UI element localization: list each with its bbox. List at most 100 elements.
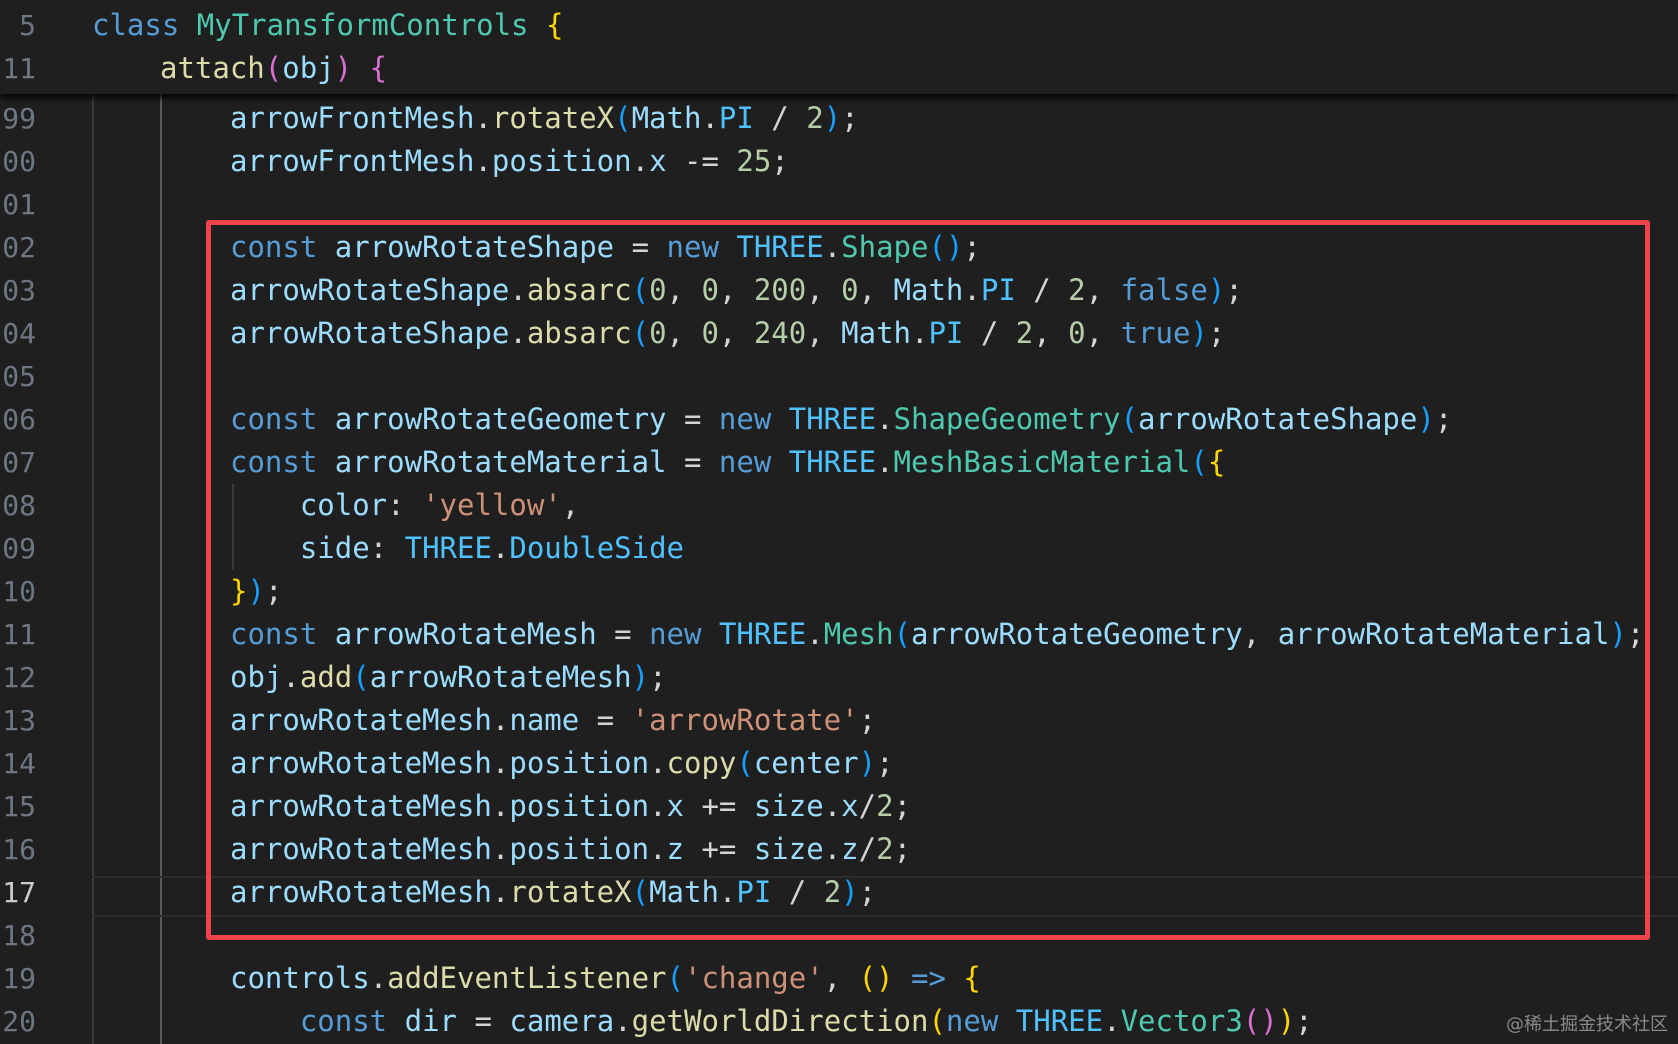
code-line[interactable]: 14 arrowRotateMesh.position.copy(center);: [0, 742, 1678, 785]
code-line[interactable]: 99 arrowFrontMesh.rotateX(Math.PI / 2);: [0, 97, 1678, 140]
code-token: .: [649, 789, 667, 823]
code-token: Vector3: [1120, 1004, 1243, 1038]
line-number[interactable]: 20: [0, 1000, 36, 1043]
code-line[interactable]: 09 side: THREE.DoubleSide: [0, 527, 1678, 570]
code-line[interactable]: 04 arrowRotateShape.absarc(0, 0, 240, Mat…: [0, 312, 1678, 355]
code-token: .: [911, 316, 929, 350]
line-code: arrowRotateMesh.name = 'arrowRotate';: [230, 699, 876, 742]
code-line[interactable]: 10});: [0, 570, 1678, 613]
code-line[interactable]: 20 const dir = camera.getWorldDirection(…: [0, 1000, 1678, 1043]
code-token: 'change': [683, 961, 824, 995]
code-token: {: [545, 8, 564, 42]
line-number[interactable]: 15: [0, 785, 36, 828]
code-line[interactable]: 16 arrowRotateMesh.position.z += size.z/2…: [0, 828, 1678, 871]
code-token: (: [1120, 402, 1138, 436]
code-line[interactable]: 00 arrowFrontMesh.position.x -= 25;: [0, 140, 1678, 183]
line-number[interactable]: 16: [0, 828, 36, 871]
code-token: ;: [771, 144, 789, 178]
line-code: arrowRotateMesh.position.x += size.x/2;: [230, 785, 911, 828]
line-number[interactable]: 11: [0, 613, 36, 656]
code-token: PI: [736, 875, 772, 909]
code-token: arrowRotateGeometry: [334, 402, 667, 436]
code-token: (: [736, 746, 754, 780]
code-token: 'yellow': [422, 488, 562, 522]
line-number[interactable]: 10: [0, 570, 36, 613]
code-token: 25: [736, 144, 772, 178]
line-number[interactable]: 11: [0, 47, 36, 90]
code-token: ): [1190, 316, 1208, 350]
code-line[interactable]: 02 const arrowRotateShape = new THREE.Sha…: [0, 226, 1678, 269]
code-token: /: [858, 832, 877, 866]
code-token: arrowFrontMesh: [230, 144, 475, 178]
line-number[interactable]: 02: [0, 226, 36, 269]
line-number[interactable]: 13: [0, 699, 36, 742]
line-code: arrowRotateMesh.position.z += size.z/2;: [230, 828, 911, 871]
code-token: position: [509, 832, 650, 866]
code-line[interactable]: 05: [0, 355, 1678, 398]
code-token: ;: [264, 574, 283, 608]
code-token: ,: [1242, 617, 1278, 651]
code-line[interactable]: 01: [0, 183, 1678, 226]
line-number[interactable]: 01: [0, 183, 36, 226]
code-token: THREE: [718, 617, 807, 651]
code-line[interactable]: 12 obj.add(arrowRotateMesh);: [0, 656, 1678, 699]
code-token: THREE: [1015, 1004, 1104, 1038]
code-line[interactable]: 08 color: 'yellow',: [0, 484, 1678, 527]
line-number[interactable]: 5: [0, 4, 36, 47]
code-token: .: [509, 316, 527, 350]
code-line[interactable]: 18: [0, 914, 1678, 957]
code-token: 2: [876, 789, 894, 823]
code-line[interactable]: 07 const arrowRotateMaterial = new THREE.…: [0, 441, 1678, 484]
line-number[interactable]: 09: [0, 527, 36, 570]
line-number[interactable]: 03: [0, 269, 36, 312]
line-number[interactable]: 08: [0, 484, 36, 527]
code-line[interactable]: 11 const arrowRotateMesh = new THREE.Mesh…: [0, 613, 1678, 656]
line-number[interactable]: 00: [0, 140, 36, 183]
code-line[interactable]: 03 arrowRotateShape.absarc(0, 0, 200, 0, …: [0, 269, 1678, 312]
code-token: .: [509, 273, 527, 307]
code-token: arrowRotateMesh: [230, 875, 492, 909]
code-token: ;: [963, 230, 981, 264]
line-number[interactable]: 05: [0, 355, 36, 398]
line-number[interactable]: 17: [0, 871, 36, 914]
line-code: const arrowRotateMaterial = new THREE.Me…: [230, 441, 1225, 484]
code-token: arrowRotateGeometry: [911, 617, 1243, 651]
code-token: .: [631, 144, 650, 178]
code-editor[interactable]: 99 arrowFrontMesh.rotateX(Math.PI / 2); 00…: [0, 0, 1678, 1044]
line-number[interactable]: 19: [0, 957, 36, 1000]
code-token: .: [614, 1004, 632, 1038]
code-line[interactable]: 19 controls.addEventListener('change', ()…: [0, 957, 1678, 1000]
code-token: .: [491, 531, 510, 565]
code-token: .: [701, 101, 719, 135]
code-line[interactable]: 15 arrowRotateMesh.position.x += size.x/2…: [0, 785, 1678, 828]
code-token: .: [491, 789, 510, 823]
line-number[interactable]: 07: [0, 441, 36, 484]
line-number[interactable]: 12: [0, 656, 36, 699]
code-token: PI: [718, 101, 754, 135]
code-line[interactable]: 13 arrowRotateMesh.name = 'arrowRotate';: [0, 699, 1678, 742]
sticky-line[interactable]: 11 attach(obj) {: [0, 47, 1678, 90]
line-number[interactable]: 04: [0, 312, 36, 355]
line-code: const arrowRotateMesh = new THREE.Mesh(a…: [230, 613, 1644, 656]
code-line[interactable]: 17 arrowRotateMesh.rotateX(Math.PI / 2);: [0, 871, 1678, 914]
code-token: name: [509, 703, 580, 737]
code-line[interactable]: 06 const arrowRotateGeometry = new THREE.…: [0, 398, 1678, 441]
sticky-scroll-header[interactable]: 5 class MyTransformControls {11 attach(obj…: [0, 0, 1678, 94]
line-number[interactable]: 14: [0, 742, 36, 785]
code-token: .: [876, 445, 894, 479]
code-token: color: [299, 488, 388, 522]
line-code: arrowRotateMesh.rotateX(Math.PI / 2);: [230, 871, 876, 914]
code-token: .: [474, 101, 492, 135]
line-number[interactable]: 06: [0, 398, 36, 441]
code-token: THREE: [404, 531, 492, 565]
line-number[interactable]: 99: [0, 97, 36, 140]
code-token: obj: [230, 660, 283, 694]
code-token: THREE: [736, 230, 824, 264]
code-token: 0: [841, 273, 859, 307]
line-number[interactable]: 18: [0, 914, 36, 957]
sticky-line[interactable]: 5 class MyTransformControls {: [0, 4, 1678, 47]
